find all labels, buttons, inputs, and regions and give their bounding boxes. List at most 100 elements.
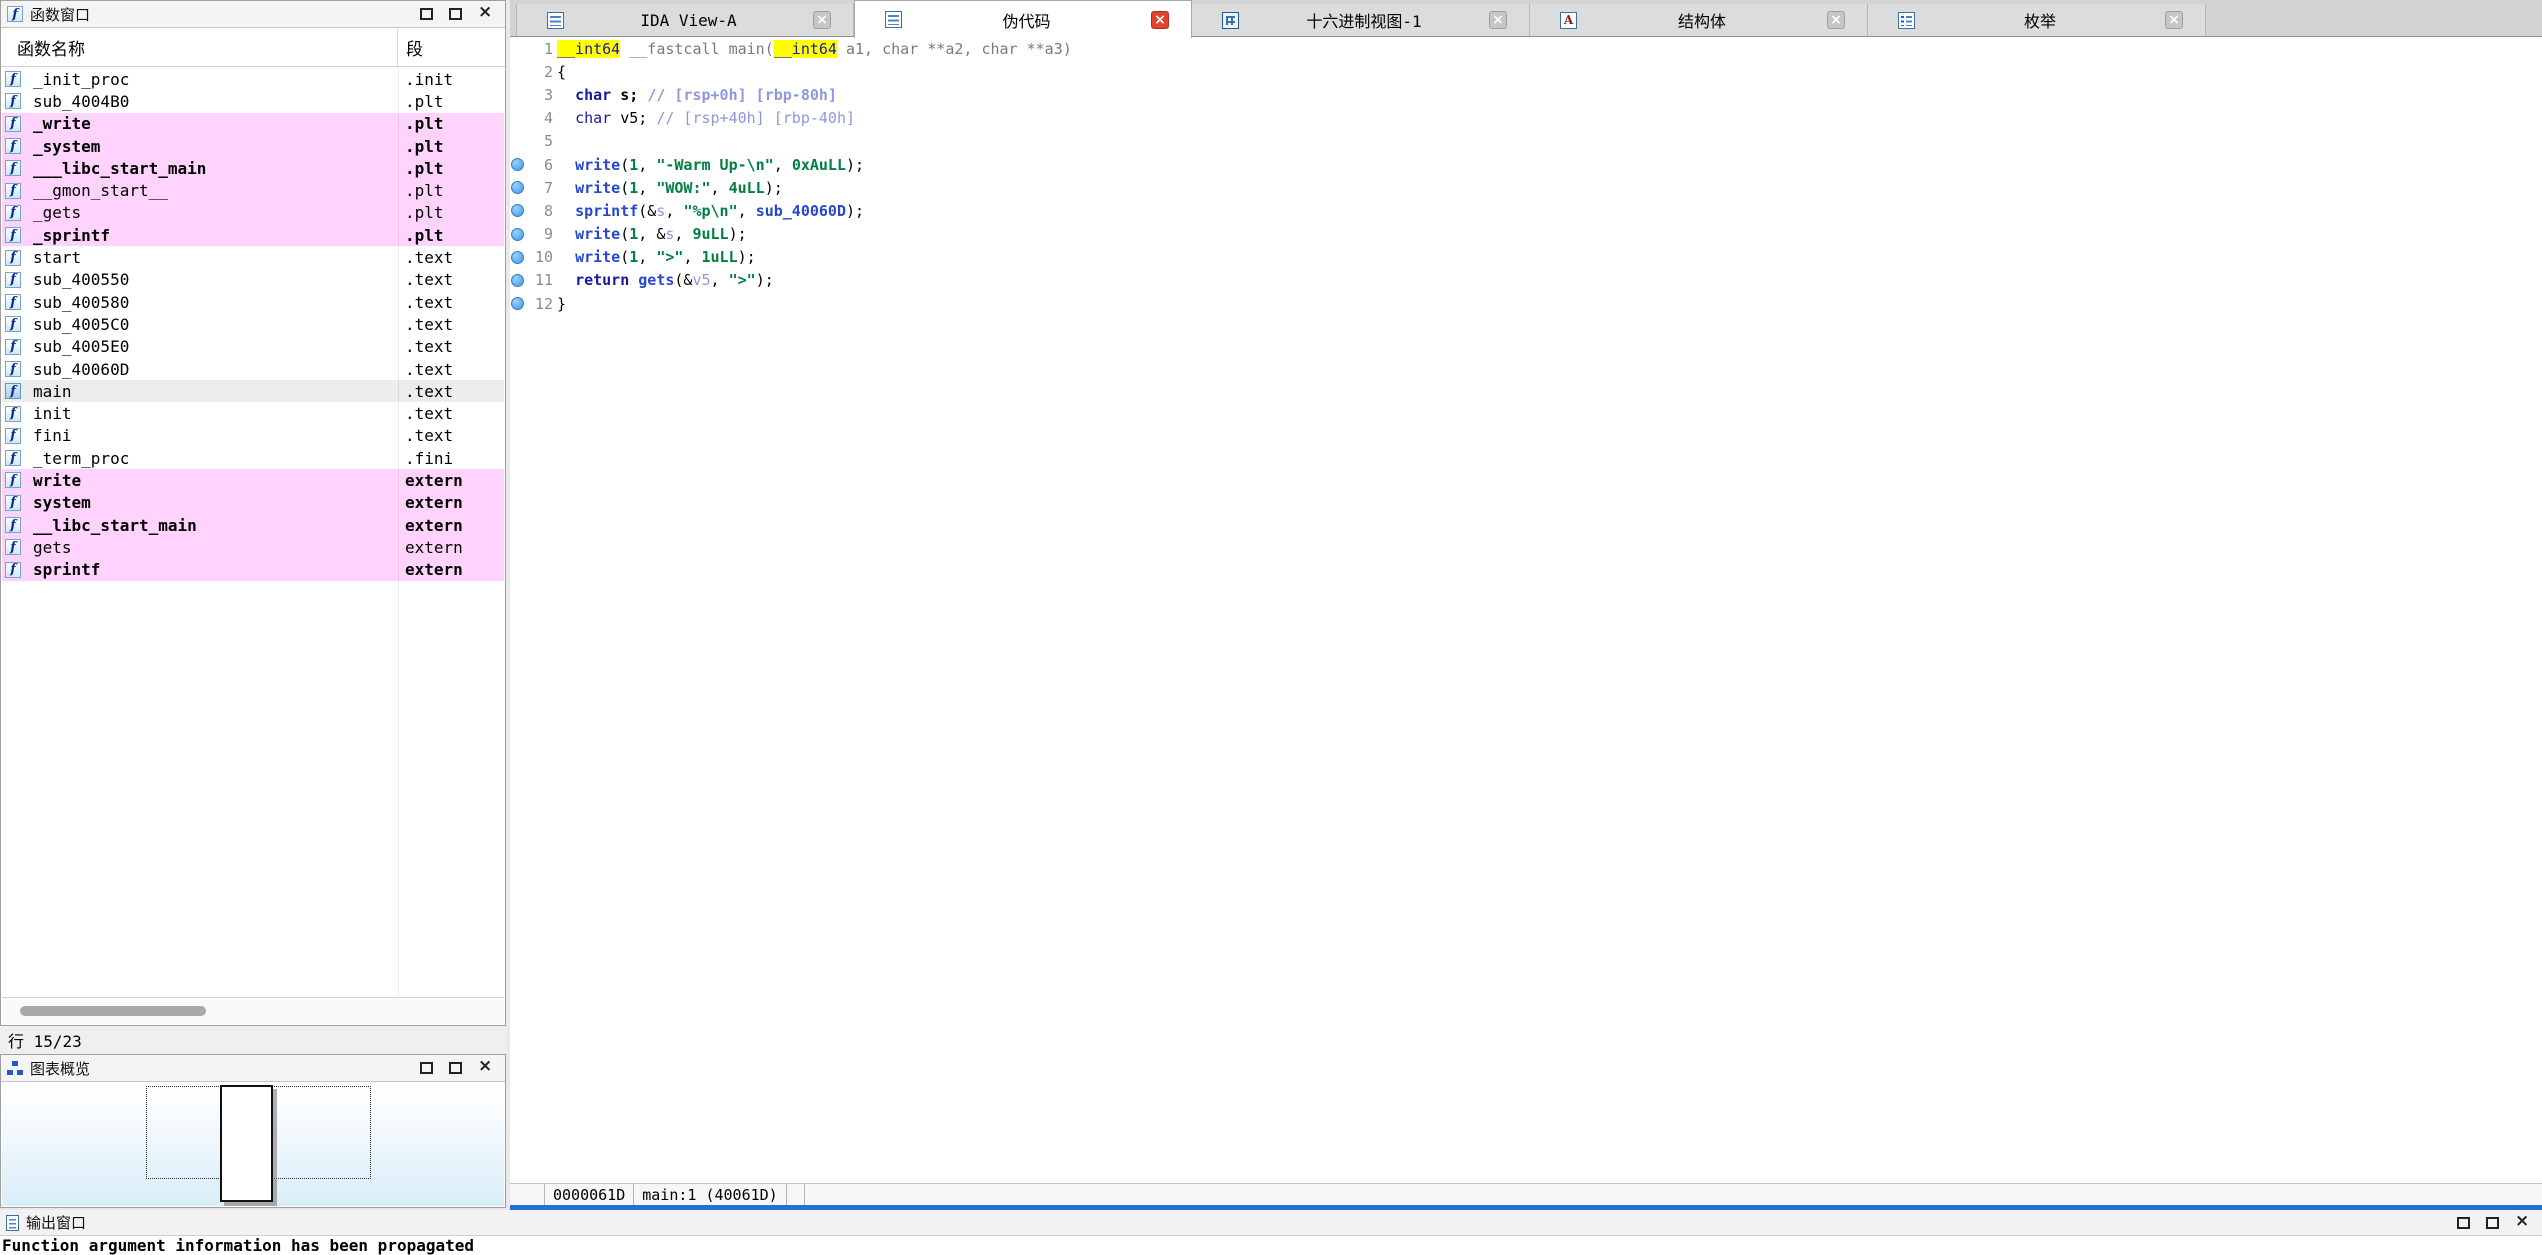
function-row[interactable]: fsub_4005E0.text — [2, 336, 504, 358]
code-token: v5 — [692, 271, 710, 289]
code-text: sprintf(&s, "%p\n", sub_40060D); — [557, 202, 864, 220]
output-message: Function argument information has been p… — [0, 1236, 2542, 1255]
column-header-name[interactable]: 函数名称 — [1, 28, 397, 66]
function-row[interactable]: fmain .text — [2, 380, 504, 402]
ida-view-icon — [547, 12, 564, 29]
float-button[interactable] — [449, 8, 462, 20]
function-icon: f — [5, 71, 21, 87]
breakpoint-gutter[interactable] — [511, 88, 524, 101]
code-line: 9 write(1, &s, 9uLL); — [510, 223, 2542, 246]
function-row[interactable]: f_init_proc.init — [2, 68, 504, 90]
breakpoint-icon[interactable] — [511, 181, 524, 194]
output-console[interactable]: Function argument information has been p… — [0, 1236, 2542, 1255]
output-window-titlebar: 输出窗口 — [0, 1210, 2542, 1236]
function-name: _gets — [33, 203, 81, 222]
structures-icon — [1560, 12, 1577, 29]
function-segment: .fini — [405, 449, 453, 468]
function-row[interactable]: fstart.text — [2, 246, 504, 268]
tab-hex-view[interactable]: 十六进制视图-1 — [1192, 4, 1530, 36]
breakpoint-gutter[interactable] — [511, 112, 524, 125]
function-row[interactable]: f__gmon_start__.plt — [2, 179, 504, 201]
function-row[interactable]: f_system.plt — [2, 135, 504, 157]
tab-pseudocode[interactable]: 伪代码 — [854, 0, 1192, 38]
tab-ida-view[interactable]: IDA View-A — [516, 4, 854, 36]
close-button[interactable] — [478, 8, 491, 20]
tab-close-button[interactable] — [1489, 11, 1507, 29]
tab-close-button[interactable] — [1151, 11, 1169, 29]
function-icon: f — [5, 383, 21, 399]
horizontal-scrollbar[interactable] — [2, 997, 504, 1024]
breakpoint-icon[interactable] — [511, 228, 524, 241]
breakpoint-gutter[interactable] — [511, 135, 524, 148]
function-name: sub_4005E0 — [33, 337, 129, 356]
code-token: // [rsp+0h] [rbp-80h] — [647, 86, 837, 104]
close-button[interactable] — [2515, 1217, 2528, 1229]
status-cell — [787, 1184, 805, 1205]
function-row[interactable]: finit.text — [2, 402, 504, 424]
function-name: fini — [33, 426, 72, 445]
code-token — [557, 202, 575, 220]
breakpoint-gutter[interactable] — [511, 42, 524, 55]
function-row[interactable]: fsub_400580.text — [2, 291, 504, 313]
code-token: s; — [611, 86, 647, 104]
function-row[interactable]: fsub_40060D.text — [2, 358, 504, 380]
tab-close-button[interactable] — [813, 11, 831, 29]
function-row[interactable]: f_term_proc.fini — [2, 447, 504, 469]
function-row[interactable]: f_sprintf.plt — [2, 224, 504, 246]
code-token: , — [638, 248, 656, 266]
function-row[interactable]: fsub_400550.text — [2, 269, 504, 291]
maximize-button[interactable] — [420, 8, 433, 20]
function-row[interactable]: fsprintfextern — [2, 559, 504, 581]
function-row[interactable]: fsub_4005C0.text — [2, 313, 504, 335]
code-token: , — [774, 156, 792, 174]
function-segment: .text — [405, 382, 453, 401]
function-row[interactable]: ffini.text — [2, 425, 504, 447]
float-button[interactable] — [449, 1062, 462, 1074]
function-row[interactable]: f_write.plt — [2, 113, 504, 135]
window-controls — [2457, 1217, 2528, 1229]
function-row[interactable]: f___libc_start_main.plt — [2, 157, 504, 179]
code-token: 4uLL — [729, 179, 765, 197]
maximize-button[interactable] — [420, 1062, 433, 1074]
code-text: write(1, "WOW:", 4uLL); — [557, 179, 783, 197]
function-row[interactable]: fwriteextern — [2, 469, 504, 491]
close-button[interactable] — [478, 1062, 491, 1074]
tab-label: 十六进制视图-1 — [1239, 8, 1489, 32]
line-number: 12 — [524, 295, 553, 313]
line-number: 3 — [524, 86, 553, 104]
maximize-button[interactable] — [2457, 1217, 2470, 1229]
breakpoint-gutter[interactable] — [511, 65, 524, 78]
function-row[interactable]: fsystemextern — [2, 492, 504, 514]
code-text: return gets(&v5, ">"); — [557, 271, 774, 289]
function-name: _system — [33, 137, 100, 156]
code-token: ( — [620, 225, 629, 243]
breakpoint-icon[interactable] — [511, 297, 524, 310]
column-header-segment[interactable]: 段 — [397, 28, 505, 66]
output-window-title: 输出窗口 — [26, 1212, 86, 1233]
tab-close-button[interactable] — [2165, 11, 2183, 29]
breakpoint-icon[interactable] — [511, 274, 524, 287]
graph-overview-canvas[interactable] — [2, 1082, 504, 1206]
code-line: 3 char s; // [rsp+0h] [rbp-80h] — [510, 83, 2542, 106]
function-name: main — [33, 382, 72, 401]
window-controls — [420, 1062, 491, 1074]
tab-structures[interactable]: 结构体 — [1530, 4, 1868, 36]
function-row[interactable]: fsub_4004B0.plt — [2, 90, 504, 112]
row-counter: 行 15/23 — [0, 1026, 506, 1054]
breakpoint-icon[interactable] — [511, 204, 524, 217]
function-row[interactable]: fgetsextern — [2, 536, 504, 558]
pseudocode-view[interactable]: 1__int64 __fastcall main(__int64 a1, cha… — [510, 37, 2542, 1183]
line-number: 6 — [524, 156, 553, 174]
tab-close-button[interactable] — [1827, 11, 1845, 29]
function-row[interactable]: f__libc_start_mainextern — [2, 514, 504, 536]
float-button[interactable] — [2486, 1217, 2499, 1229]
code-token — [557, 248, 575, 266]
scrollbar-thumb[interactable] — [20, 1006, 206, 1016]
function-row[interactable]: f_gets.plt — [2, 202, 504, 224]
pseudocode-pane: IDA View-A伪代码 十六进制视图-1 结构体枚举 1__int64 __fa… — [510, 0, 2542, 1210]
code-line: 5 — [510, 130, 2542, 153]
breakpoint-icon[interactable] — [511, 158, 524, 171]
tab-enums[interactable]: 枚举 — [1868, 4, 2206, 36]
breakpoint-icon[interactable] — [511, 251, 524, 264]
code-token: ); — [756, 271, 774, 289]
